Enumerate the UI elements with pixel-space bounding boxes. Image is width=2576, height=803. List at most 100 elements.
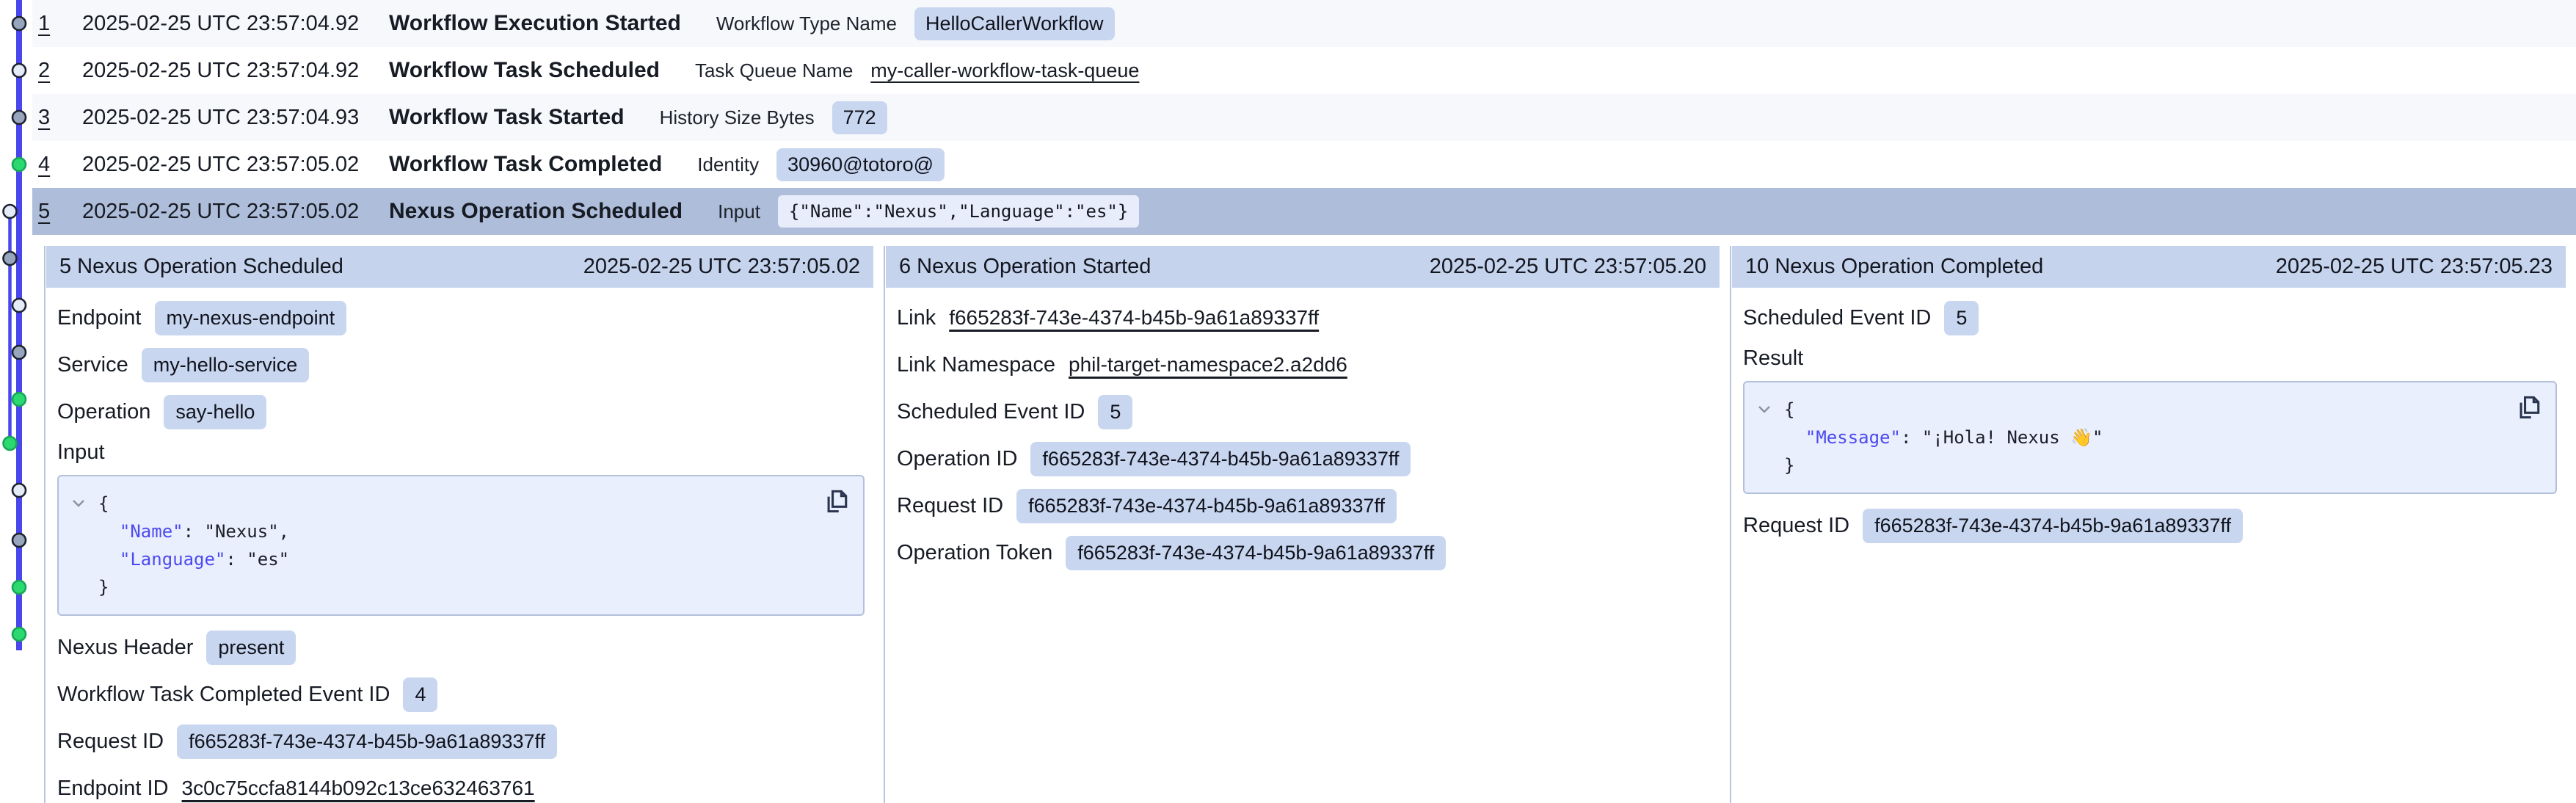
field-label: Scheduled Event ID — [1743, 306, 1931, 330]
event-detail-panel: 5 Nexus Operation Scheduled 2025-02-25 UT… — [44, 246, 884, 803]
json-viewer: { "Message": "¡Hola! Nexus 👋"} — [1743, 381, 2557, 494]
field-label: Link Namespace — [897, 353, 1055, 377]
panel-title: 6 Nexus Operation Started — [899, 255, 1151, 279]
field-label: Link — [897, 306, 936, 330]
event-name: Nexus Operation Scheduled — [389, 199, 683, 224]
field-badge-value: f665283f-743e-4374-b45b-9a61a89337ff — [1066, 536, 1446, 570]
timeline-event-node — [12, 17, 26, 30]
field-badge-value: f665283f-743e-4374-b45b-9a61a89337ff — [1030, 442, 1411, 476]
panel-body: Endpointmy-nexus-endpoint Servicemy-hello… — [46, 288, 884, 803]
detail-field-row: Endpointmy-nexus-endpoint — [57, 299, 865, 336]
field-badge-value: 5 — [1944, 301, 1979, 335]
timeline-event-node — [4, 252, 17, 265]
event-id-link[interactable]: 2 — [38, 59, 66, 83]
json-line: } — [98, 573, 804, 601]
detail-field-row: Nexus Header present — [57, 629, 865, 666]
event-summary-label: Identity — [697, 153, 759, 176]
field-label: Operation — [57, 400, 150, 424]
event-history-timeline — [0, 0, 32, 803]
event-summary: History Size Bytes772 — [660, 101, 887, 134]
json-text: } — [1784, 455, 1794, 476]
timeline-event-node — [12, 393, 26, 406]
event-summary: Workflow Type Name HelloCallerWorkflow — [716, 7, 1115, 40]
json-line: "Name": "Nexus", — [98, 517, 804, 545]
event-row[interactable]: 3 2025-02-25 UTC 23:57:04.93 Workflow Task… — [32, 94, 2576, 141]
copy-icon[interactable] — [2514, 393, 2544, 422]
copy-icon[interactable] — [822, 487, 851, 516]
json-key: "Name" — [120, 521, 183, 542]
event-summary-code-badge: {"Name":"Nexus","Language":"es"} — [778, 195, 1139, 228]
field-badge-value: say-hello — [164, 395, 266, 429]
json-line: "Message": "¡Hola! Nexus 👋" — [1784, 424, 2497, 451]
event-timestamp: 2025-02-25 UTC 23:57:04.93 — [82, 106, 377, 130]
timeline-event-node — [12, 64, 26, 77]
detail-field-row: Scheduled Event ID5 — [897, 393, 1711, 430]
json-text — [98, 521, 120, 542]
event-row[interactable]: 12025-02-25 UTC 23:57:04.92Workflow Exec… — [32, 0, 2576, 47]
event-summary-label: Workflow Type Name — [716, 12, 897, 35]
field-label: Request ID — [57, 730, 164, 754]
json-line: } — [1784, 451, 2497, 479]
field-badge-value: 5 — [1098, 395, 1132, 429]
event-summary-label: Input — [718, 200, 760, 223]
event-id-link[interactable]: 1 — [38, 12, 66, 36]
event-id-link[interactable]: 4 — [38, 153, 66, 177]
panel-timestamp: 2025-02-25 UTC 23:57:05.02 — [583, 255, 860, 279]
field-label: Input — [57, 440, 865, 465]
timeline-event-node — [12, 484, 26, 497]
field-badge-value: present — [206, 631, 296, 665]
event-id-link[interactable]: 5 — [38, 200, 66, 224]
timeline-event-node — [12, 628, 26, 641]
field-badge-value: f665283f-743e-4374-b45b-9a61a89337ff — [177, 724, 557, 759]
field-label: Service — [57, 353, 128, 377]
panel-title: 5 Nexus Operation Scheduled — [59, 255, 343, 279]
json-text: : "Nexus", — [183, 521, 290, 542]
field-link-value[interactable]: f665283f-743e-4374-b45b-9a61a89337ff — [949, 306, 1319, 330]
json-viewer: { "Name": "Nexus", "Language": "es"} — [57, 475, 865, 616]
field-badge-value: f665283f-743e-4374-b45b-9a61a89337ff — [1863, 509, 2243, 543]
panel-body: Scheduled Event ID 5 Result { "Message": "¡… — [1731, 288, 2576, 544]
event-summary-badge: HelloCallerWorkflow — [914, 7, 1115, 40]
field-link-value[interactable]: 3c0c75ccfa8144b092c13ce632463761 — [182, 777, 535, 800]
event-summary-badge: 772 — [832, 101, 887, 134]
detail-field-row: Workflow Task Completed Event ID4 — [57, 676, 865, 713]
event-summary: Identity30960@totoro@ — [697, 148, 945, 181]
json-text: : "es" — [225, 549, 289, 570]
field-label: Nexus Header — [57, 636, 193, 660]
event-summary-link[interactable]: my-caller-workflow-task-queue — [870, 59, 1139, 82]
event-timestamp: 2025-02-25 UTC 23:57:04.92 — [82, 59, 377, 83]
event-history-list: 1 2025-02-25 UTC 23:57:04.92 Workflow Exec… — [32, 0, 2576, 235]
field-label: Request ID — [1743, 514, 1849, 538]
json-text: } — [98, 577, 109, 597]
event-summary: Task Queue Name my-caller-workflow-task-q… — [695, 59, 1139, 82]
field-label: Operation ID — [897, 447, 1017, 471]
detail-field-row: Link f665283f-743e-4374-b45b-9a61a89337ff — [897, 299, 1711, 336]
json-text: { — [98, 493, 109, 514]
json-text — [98, 549, 120, 570]
panel-timestamp: 2025-02-25 UTC 23:57:05.23 — [2276, 255, 2553, 279]
field-link-value[interactable]: phil-target-namespace2.a2dd6 — [1069, 353, 1347, 377]
field-label: Request ID — [897, 494, 1003, 518]
detail-field-row: Endpoint ID3c0c75ccfa8144b092c13ce632463… — [57, 770, 865, 803]
detail-field-row: Scheduled Event ID 5 — [1743, 299, 2557, 336]
event-name: Workflow Task Started — [389, 105, 625, 130]
field-label: Endpoint — [57, 306, 142, 330]
event-summary-label: Task Queue Name — [695, 59, 853, 82]
event-detail-panel: 6 Nexus Operation Started2025-02-25 UTC … — [884, 246, 1730, 803]
detail-field-row: Request ID f665283f-743e-4374-b45b-9a61a8… — [1743, 507, 2557, 544]
event-id-link[interactable]: 3 — [38, 106, 66, 130]
event-timestamp: 2025-02-25 UTC 23:57:05.02 — [82, 200, 377, 224]
event-name: Workflow Execution Started — [389, 11, 681, 36]
timeline-event-node — [4, 437, 17, 450]
event-name: Workflow Task Scheduled — [389, 58, 660, 83]
timeline-event-node — [12, 158, 26, 171]
detail-field-row: Servicemy-hello-service — [57, 346, 865, 383]
field-label: Result — [1743, 346, 2557, 371]
collapse-chevron-icon[interactable] — [1755, 400, 1774, 419]
json-text — [1784, 427, 1805, 448]
timeline-event-node — [12, 534, 26, 547]
event-row[interactable]: 42025-02-25 UTC 23:57:05.02Workflow Task… — [32, 141, 2576, 188]
event-row[interactable]: 2 2025-02-25 UTC 23:57:04.92 Workflow Task… — [32, 47, 2576, 94]
event-row[interactable]: 5 2025-02-25 UTC 23:57:05.02 Nexus Operati… — [32, 188, 2576, 235]
collapse-chevron-icon[interactable] — [69, 494, 88, 513]
